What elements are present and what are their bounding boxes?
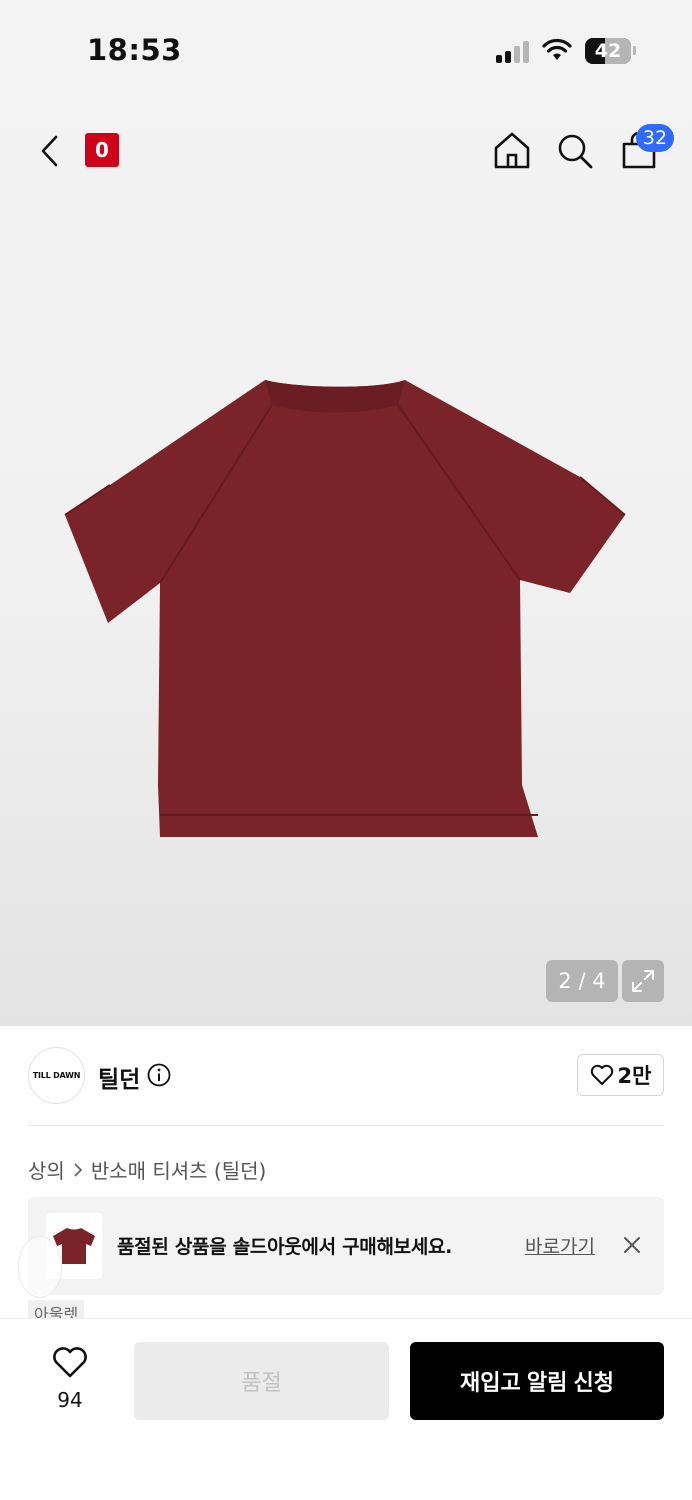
wishlist-button[interactable]: 94 [40,1343,100,1415]
brand-avatar[interactable]: TILL DAWN [28,1047,85,1104]
bottom-action-bar: 94 품절 재입고 알림 신청 [0,1318,692,1500]
soldout-banner[interactable]: 품절된 상품을 솔드아웃에서 구매해보세요. 바로가기 [28,1197,664,1295]
cart-count-badge: 32 [636,124,674,152]
breadcrumb-category[interactable]: 상의 [28,1155,65,1184]
battery-level: 42 [594,40,622,62]
close-icon[interactable] [622,1235,642,1255]
divider [28,1125,664,1126]
banner-link[interactable]: 바로가기 [525,1232,595,1259]
brand-like-button[interactable]: 2만 [577,1054,664,1096]
product-image[interactable] [60,375,630,850]
banner-message: 품절된 상품을 솔드아웃에서 구매해보세요. [117,1236,453,1258]
battery-tip [633,46,636,55]
heart-icon [53,1347,87,1378]
brand-like-count: 2만 [617,1064,652,1088]
search-icon[interactable] [556,132,594,170]
breadcrumb-subcategory[interactable]: 반소매 티셔츠 (틸던) [91,1155,267,1184]
soldout-button: 품절 [134,1342,389,1420]
brand-name[interactable]: 틸던 [98,1060,140,1094]
info-icon[interactable] [147,1063,171,1087]
expand-icon [632,970,654,992]
breadcrumb: 상의 반소매 티셔츠 (틸던) [28,1155,266,1184]
heart-icon [590,1064,613,1085]
restock-alert-button[interactable]: 재입고 알림 신청 [410,1342,664,1420]
status-bar: 18:53 42 [0,0,692,100]
chevron-right-icon [74,1162,83,1177]
battery-icon: 42 [585,38,631,64]
top-nav: 0 32 [0,110,692,190]
outlet-floating-button[interactable] [18,1236,62,1298]
signal-icon [496,41,532,63]
brand-avatar-text: TILL DAWN [32,1071,81,1080]
wifi-icon [542,38,572,60]
home-icon[interactable] [492,130,532,170]
image-page-indicator: 2 / 4 [546,960,618,1002]
brand-logo-button[interactable]: 0 [85,133,119,167]
back-icon[interactable] [36,134,64,168]
wishlist-count: 94 [57,1388,83,1412]
expand-image-button[interactable] [622,960,664,1002]
status-time: 18:53 [87,33,182,67]
